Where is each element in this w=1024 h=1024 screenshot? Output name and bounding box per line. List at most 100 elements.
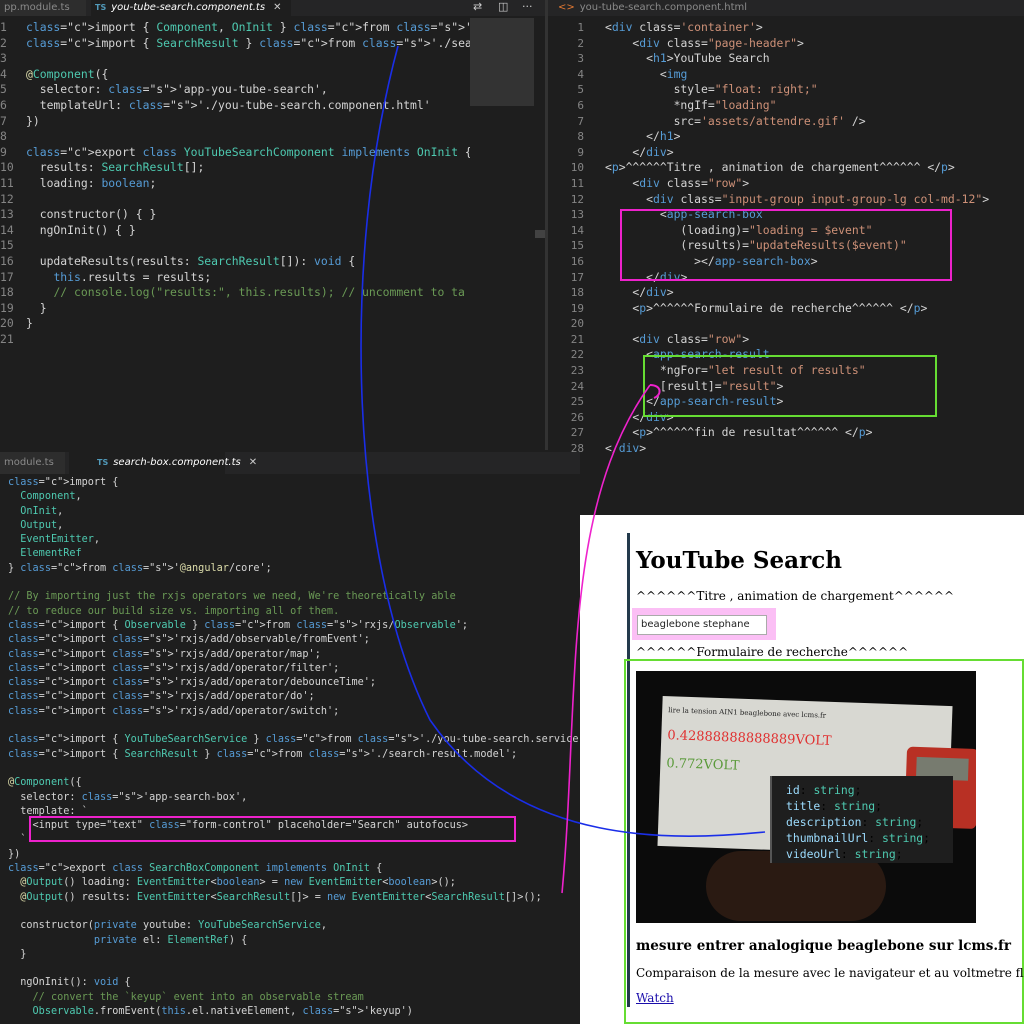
code-you-tube-search-ts[interactable]: class="c">import { Component, OnInit } c… (26, 20, 470, 347)
code-line[interactable]: private el: ElementRef) { (8, 934, 580, 948)
code-line[interactable]: class="c">import { SearchResult } class=… (26, 36, 470, 52)
code-line[interactable]: OnInit, (8, 505, 580, 519)
code-line[interactable]: ` (8, 833, 580, 847)
code-line[interactable]: selector: class="s">'app-you-tube-search… (26, 82, 470, 98)
tab-you-tube-search-ts[interactable]: TS you-tube-search.component.ts ✕ (91, 0, 291, 16)
code-line[interactable]: } class="c">from class="s">'@angular/cor… (8, 562, 580, 576)
code-line[interactable]: <div class="page-header"> (605, 36, 1024, 52)
code-line[interactable] (8, 576, 580, 590)
code-line[interactable]: src='assets/attendre.gif' /> (605, 114, 1024, 130)
code-line[interactable]: class="c">import { Component, OnInit } c… (26, 20, 470, 36)
code-line[interactable]: ngOnInit(): void { (8, 976, 580, 990)
code-line[interactable]: <h1>YouTube Search (605, 51, 1024, 67)
code-line[interactable]: <app-search-result (605, 347, 1024, 363)
code-line[interactable]: class="c">import class="s">'rxjs/add/ope… (8, 676, 580, 690)
code-line[interactable]: class="c">export class SearchBoxComponen… (8, 862, 580, 876)
code-line[interactable]: class="c">import class="s">'rxjs/add/ope… (8, 662, 580, 676)
code-line[interactable]: class="c">import class="s">'rxjs/add/ope… (8, 690, 580, 704)
code-line[interactable]: class="c">import class="s">'rxjs/add/obs… (8, 633, 580, 647)
code-line[interactable]: // convert the `keyup` event into an obs… (8, 991, 580, 1005)
code-line[interactable] (8, 962, 580, 976)
code-line[interactable]: </div> (605, 441, 1024, 457)
scrollbar[interactable] (535, 230, 545, 238)
code-line[interactable] (605, 316, 1024, 332)
tab-search-box-ts[interactable]: TS search-box.component.ts ✕ (69, 452, 257, 474)
code-line[interactable]: <div class='container'> (605, 20, 1024, 36)
code-line[interactable]: </div> (605, 270, 1024, 286)
code-line[interactable]: updateResults(results: SearchResult[]): … (26, 254, 470, 270)
code-line[interactable]: // to reduce our build size vs. importin… (8, 605, 580, 619)
code-line[interactable]: constructor() { } (26, 207, 470, 223)
tab-you-tube-search-html[interactable]: <> you-tube-search.component.html (548, 0, 748, 16)
code-line[interactable]: Component, (8, 490, 580, 504)
code-line[interactable] (26, 192, 470, 208)
close-icon[interactable]: ✕ (273, 2, 281, 13)
code-line[interactable]: <div class="input-group input-group-lg c… (605, 192, 1024, 208)
code-line[interactable]: </div> (605, 410, 1024, 426)
code-line[interactable]: // console.log("results:", this.results)… (26, 285, 470, 301)
code-line[interactable]: <p>^^^^^^Titre , animation de chargement… (605, 160, 1024, 176)
code-line[interactable]: class="c">export class YouTubeSearchComp… (26, 145, 470, 161)
code-search-box-ts[interactable]: class="c">import { Component, OnInit, Ou… (8, 476, 580, 1019)
code-line[interactable]: (results)="updateResults($event)" (605, 238, 1024, 254)
code-line[interactable]: ngOnInit() { } (26, 223, 470, 239)
code-line[interactable]: this.results = results; (26, 270, 470, 286)
code-line[interactable]: (loading)="loading = $event" (605, 223, 1024, 239)
split-editor-icon[interactable]: ◫ (498, 0, 508, 13)
code-line[interactable]: }) (26, 114, 470, 130)
compare-icon[interactable]: ⇄ (473, 0, 482, 13)
code-line[interactable]: <div class="row"> (605, 332, 1024, 348)
search-input[interactable]: beaglebone stephane (637, 615, 767, 635)
code-line[interactable]: </div> (605, 145, 1024, 161)
tab-module[interactable]: module.ts (0, 452, 65, 474)
code-line[interactable]: class="c">import { Observable } class="c… (8, 619, 580, 633)
code-line[interactable]: class="c">import { YouTubeSearchService … (8, 733, 580, 747)
code-line[interactable] (26, 51, 470, 67)
code-line[interactable]: @Component({ (26, 67, 470, 83)
code-line[interactable]: <p>^^^^^^fin de resultat^^^^^^ </p> (605, 425, 1024, 441)
code-line[interactable]: @Output() results: EventEmitter<SearchRe… (8, 891, 580, 905)
code-line[interactable]: @Component({ (8, 776, 580, 790)
watch-link[interactable]: Watch (636, 991, 674, 1005)
code-line[interactable]: EventEmitter, (8, 533, 580, 547)
code-line[interactable]: class="c">import { SearchResult } class=… (8, 748, 580, 762)
code-line[interactable]: <input type="text" class="form-control" … (8, 819, 580, 833)
code-line[interactable]: ></app-search-box> (605, 254, 1024, 270)
code-line[interactable]: templateUrl: class="s">'./you-tube-searc… (26, 98, 470, 114)
code-line[interactable]: *ngIf="loading" (605, 98, 1024, 114)
code-line[interactable]: <p>^^^^^^Formulaire de recherche^^^^^^ <… (605, 301, 1024, 317)
code-line[interactable]: </div> (605, 285, 1024, 301)
code-line[interactable]: @Output() loading: EventEmitter<boolean>… (8, 876, 580, 890)
tab-app-module[interactable]: pp.module.ts (0, 0, 86, 16)
more-icon[interactable]: ··· (522, 0, 533, 13)
code-line[interactable]: Observable.fromEvent(this.el.nativeEleme… (8, 1005, 580, 1019)
code-line[interactable]: loading: boolean; (26, 176, 470, 192)
code-line[interactable]: <img (605, 67, 1024, 83)
code-line[interactable]: } (8, 948, 580, 962)
code-line[interactable]: // By importing just the rxjs operators … (8, 590, 580, 604)
code-line[interactable]: </h1> (605, 129, 1024, 145)
code-line[interactable]: ElementRef (8, 547, 580, 561)
minimap[interactable] (470, 18, 534, 106)
code-line[interactable]: constructor(private youtube: YouTubeSear… (8, 919, 580, 933)
code-line[interactable]: class="c">import class="s">'rxjs/add/ope… (8, 648, 580, 662)
code-line[interactable]: results: SearchResult[]; (26, 160, 470, 176)
code-line[interactable] (26, 238, 470, 254)
code-line[interactable]: class="c">import { (8, 476, 580, 490)
code-line[interactable] (26, 129, 470, 145)
code-line[interactable] (8, 719, 580, 733)
code-line[interactable]: template: ` (8, 805, 580, 819)
code-line[interactable]: } (26, 316, 470, 332)
editor-divider[interactable] (545, 0, 548, 450)
code-line[interactable] (26, 332, 470, 348)
code-line[interactable]: }) (8, 848, 580, 862)
code-line[interactable]: class="c">import class="s">'rxjs/add/ope… (8, 705, 580, 719)
code-line[interactable]: selector: class="s">'app-search-box', (8, 791, 580, 805)
code-line[interactable] (8, 905, 580, 919)
code-line[interactable]: </app-search-result> (605, 394, 1024, 410)
code-line[interactable]: <div class="row"> (605, 176, 1024, 192)
code-line[interactable]: Output, (8, 519, 580, 533)
code-line[interactable]: <app-search-box (605, 207, 1024, 223)
code-line[interactable]: style="float: right;" (605, 82, 1024, 98)
code-line[interactable]: *ngFor="let result of results" (605, 363, 1024, 379)
